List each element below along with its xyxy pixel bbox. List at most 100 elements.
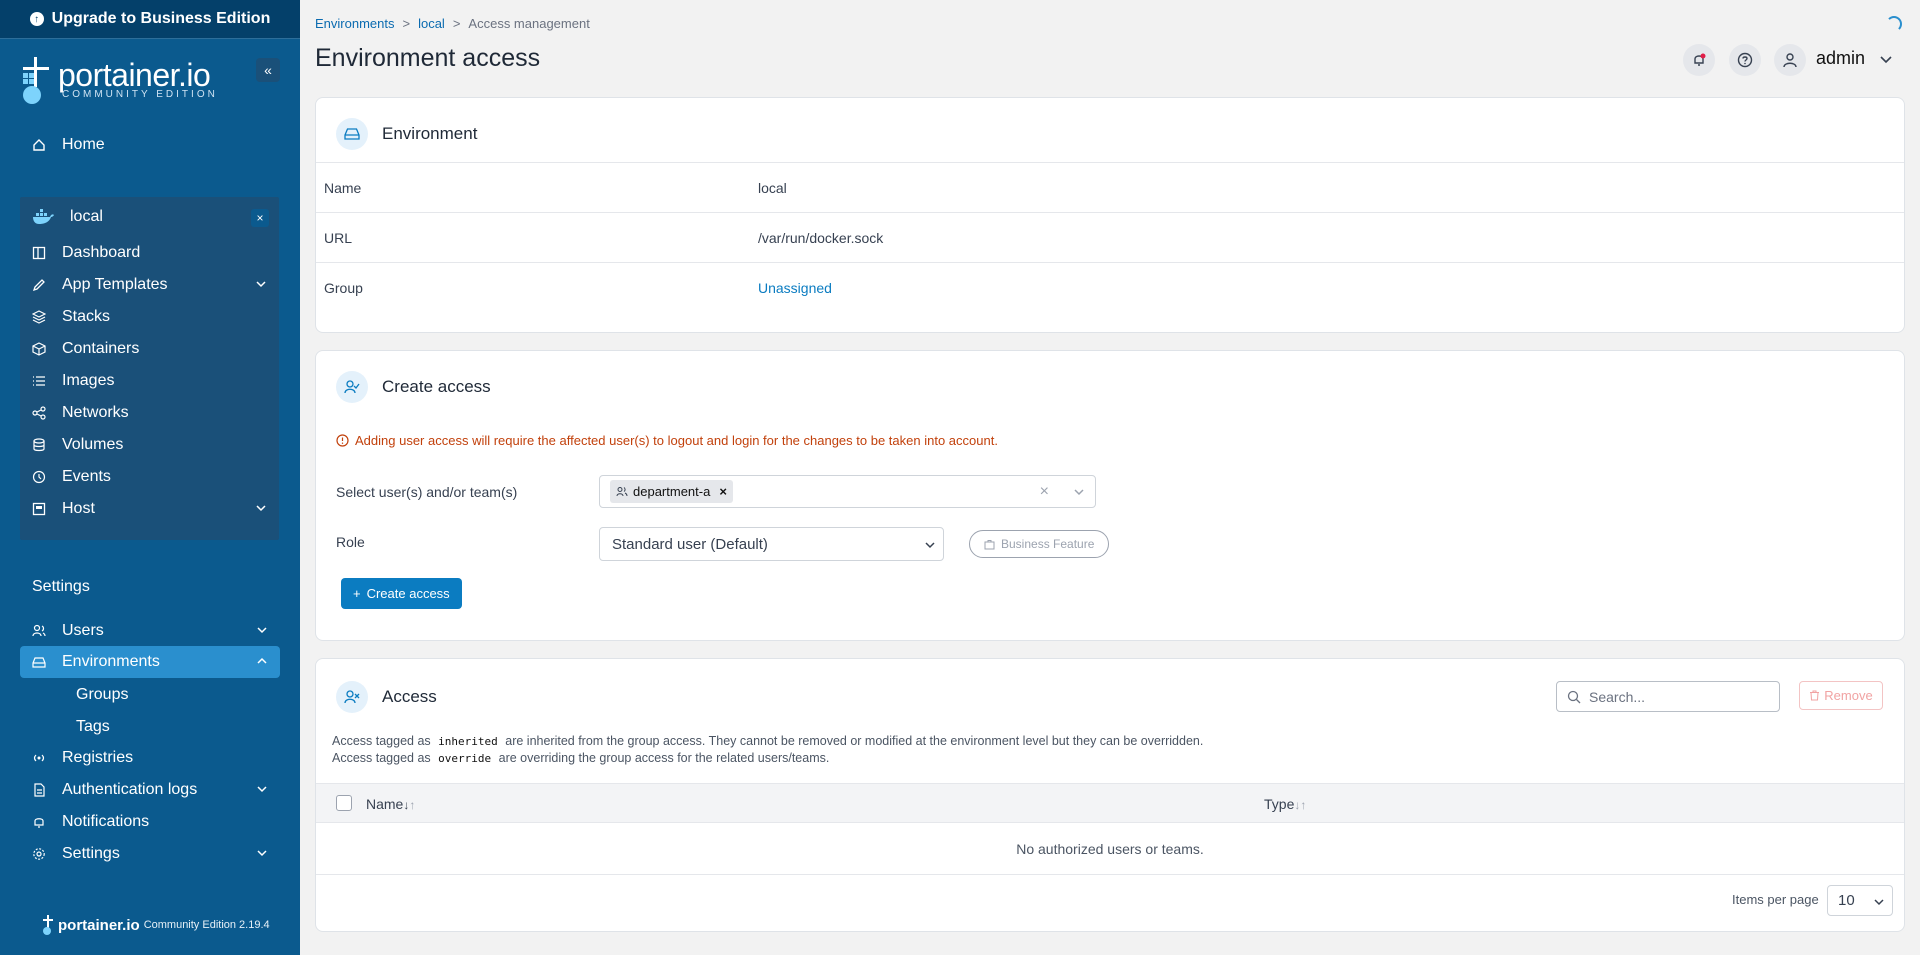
business-feature-badge: Business Feature xyxy=(969,530,1110,558)
group-link[interactable]: Unassigned xyxy=(758,280,832,296)
column-name[interactable]: Name↓↑ xyxy=(366,796,415,812)
info-key: Name xyxy=(324,179,362,196)
breadcrumb: Environments > local > Access management xyxy=(315,16,590,31)
remove-button[interactable]: Remove xyxy=(1799,681,1883,710)
database-icon xyxy=(32,438,46,452)
sidebar-item-images[interactable]: Images xyxy=(20,365,279,397)
environment-header[interactable]: local × xyxy=(20,197,279,237)
items-per-page-select[interactable]: 10 xyxy=(1827,885,1893,916)
environment-name: local xyxy=(70,208,103,225)
sidebar-item-tags[interactable]: Tags xyxy=(76,712,110,742)
sidebar-item-registries[interactable]: Registries xyxy=(20,742,280,774)
role-select[interactable]: Standard user (Default) xyxy=(599,527,944,561)
sidebar-item-volumes[interactable]: Volumes xyxy=(20,429,279,461)
access-note-inherited: Access tagged as inherited are inherited… xyxy=(332,734,1203,748)
sidebar: ↑ Upgrade to Business Edition portainer.… xyxy=(0,0,300,955)
select-all-checkbox[interactable] xyxy=(336,795,352,811)
help-button[interactable] xyxy=(1729,44,1761,76)
footer-edition: Community Edition 2.19.4 xyxy=(143,919,270,931)
clock-icon xyxy=(32,470,46,484)
sidebar-item-label: Users xyxy=(62,622,104,639)
sidebar-item-containers[interactable]: Containers xyxy=(20,333,279,365)
sidebar-item-events[interactable]: Events xyxy=(20,461,279,493)
upgrade-icon: ↑ xyxy=(29,12,44,26)
create-access-header: Create access xyxy=(336,371,491,403)
chevron-down-icon[interactable] xyxy=(256,624,268,636)
card-title: Environment xyxy=(382,124,478,143)
button-label: Remove xyxy=(1824,688,1873,703)
breadcrumb-environments[interactable]: Environments xyxy=(315,16,394,31)
logo-subtitle: COMMUNITY EDITION xyxy=(62,89,218,100)
sidebar-item-environments[interactable]: Environments xyxy=(20,646,280,678)
box-icon xyxy=(32,342,46,356)
notifications-button[interactable] xyxy=(1683,44,1715,76)
access-search-input[interactable]: Search... xyxy=(1556,681,1780,712)
info-row-url: URL /var/run/docker.sock xyxy=(316,212,1904,262)
remove-chip-icon[interactable]: × xyxy=(719,484,727,499)
card-title: Access xyxy=(382,687,437,706)
bell-icon xyxy=(1694,53,1706,66)
sidebar-item-notifications[interactable]: Notifications xyxy=(20,806,280,838)
user-menu[interactable]: admin xyxy=(1816,48,1893,69)
sidebar-item-authentication-logs[interactable]: Authentication logs xyxy=(20,774,280,806)
sidebar-item-groups[interactable]: Groups xyxy=(76,680,128,710)
user-check-icon xyxy=(336,371,368,403)
user-avatar[interactable] xyxy=(1774,44,1806,76)
sidebar-footer: portainer.io Community Edition 2.19.4 xyxy=(42,915,270,935)
sidebar-item-label: Home xyxy=(62,136,105,153)
logo[interactable]: portainer.io COMMUNITY EDITION « xyxy=(20,55,280,107)
chevron-down-icon xyxy=(1874,897,1884,907)
sidebar-item-stacks[interactable]: Stacks xyxy=(20,301,279,333)
empty-table-message: No authorized users or teams. xyxy=(316,823,1904,875)
chevron-down-icon[interactable] xyxy=(1073,486,1085,498)
note-code: override xyxy=(438,752,492,765)
info-key: Group xyxy=(324,279,363,296)
environment-card: Environment Name local URL /var/run/dock… xyxy=(315,97,1905,333)
info-key: URL xyxy=(324,229,353,246)
chevron-down-icon[interactable] xyxy=(256,847,268,859)
column-type[interactable]: Type↓↑ xyxy=(1264,796,1306,812)
sidebar-item-label: Host xyxy=(62,500,95,517)
portainer-logo-icon xyxy=(23,57,49,104)
access-card-header: Access xyxy=(336,681,437,713)
file-text-icon xyxy=(32,783,46,797)
role-select-value: Standard user (Default) xyxy=(612,535,768,553)
business-feature-label: Business Feature xyxy=(1001,537,1095,551)
breadcrumb-separator: > xyxy=(452,16,461,31)
chevron-down-icon[interactable] xyxy=(256,783,268,795)
sidebar-item-dashboard[interactable]: Dashboard xyxy=(20,237,279,269)
upgrade-banner[interactable]: ↑ Upgrade to Business Edition xyxy=(0,0,300,39)
sidebar-item-networks[interactable]: Networks xyxy=(20,397,279,429)
breadcrumb-local[interactable]: local xyxy=(418,16,445,31)
create-access-button[interactable]: + Create access xyxy=(341,578,462,609)
access-warning: Adding user access will require the affe… xyxy=(336,433,998,448)
close-environment-icon[interactable]: × xyxy=(251,209,269,227)
clear-selection-icon[interactable]: × xyxy=(1040,483,1049,501)
loading-spinner-icon xyxy=(1886,16,1902,32)
access-note-override: Access tagged as override are overriding… xyxy=(332,751,829,765)
sidebar-item-label: Dashboard xyxy=(62,244,141,261)
sidebar-item-label: Events xyxy=(62,468,111,485)
chevron-down-icon xyxy=(925,540,935,550)
sidebar-item-users[interactable]: Users xyxy=(20,615,280,647)
server-icon xyxy=(32,502,46,516)
chevron-down-icon[interactable] xyxy=(255,502,267,514)
select-users-label: Select user(s) and/or team(s) xyxy=(336,484,518,500)
sidebar-item-label: Settings xyxy=(62,845,120,862)
sidebar-item-app-templates[interactable]: App Templates xyxy=(20,269,279,301)
sidebar-item-settings[interactable]: Settings xyxy=(20,838,280,870)
sidebar-item-home[interactable]: Home xyxy=(20,129,280,161)
column-label: Type xyxy=(1264,796,1295,812)
docker-icon xyxy=(32,209,54,225)
note-text: Access tagged as xyxy=(332,751,431,765)
users-teams-multiselect[interactable]: department-a × × xyxy=(599,475,1096,508)
sidebar-item-host[interactable]: Host xyxy=(20,493,279,525)
column-label: Name xyxy=(366,796,404,812)
info-row-group: Group Unassigned xyxy=(316,262,1904,312)
breadcrumb-separator: > xyxy=(402,16,411,31)
collapse-sidebar-button[interactable]: « xyxy=(256,58,280,82)
sidebar-item-label: Volumes xyxy=(62,436,124,453)
chevron-up-icon[interactable] xyxy=(256,655,268,667)
sidebar-item-label: Registries xyxy=(62,749,134,766)
chevron-down-icon[interactable] xyxy=(255,278,267,290)
